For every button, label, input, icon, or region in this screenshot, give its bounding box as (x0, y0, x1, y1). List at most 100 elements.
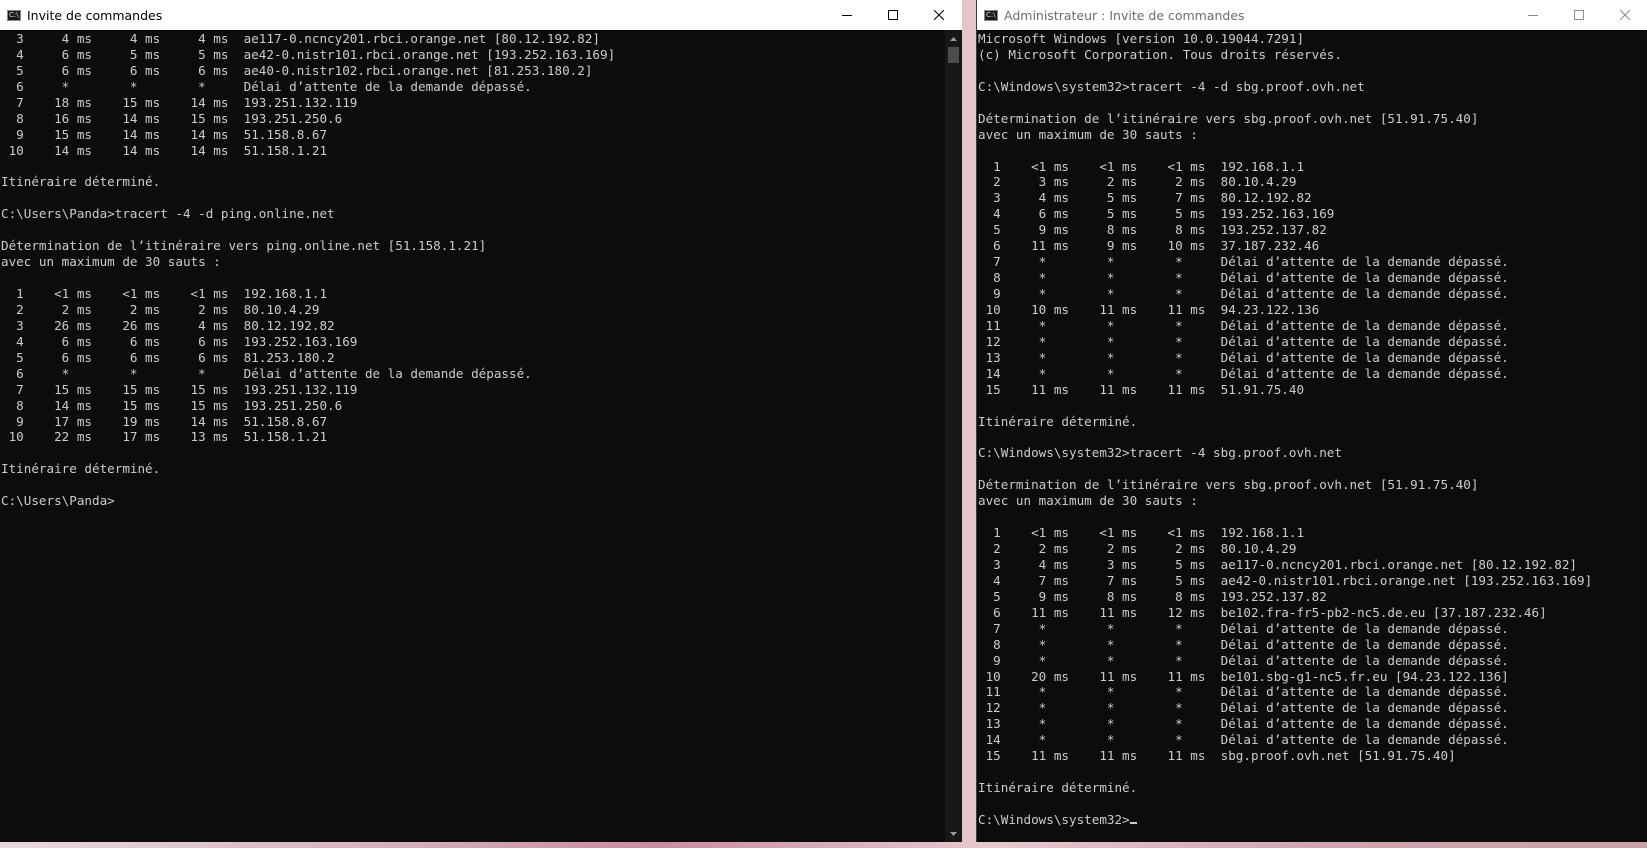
console-line: 15 11 ms 11 ms 11 ms sbg.proof.ovh.net [… (978, 748, 1456, 764)
console-line: 5 9 ms 8 ms 8 ms 193.252.137.82 (978, 222, 1327, 238)
title-bar[interactable]: C:\ Administrateur : Invite de commandes (977, 0, 1647, 30)
window-title: Administrateur : Invite de commandes (1004, 7, 1245, 23)
cmd-app-icon[interactable]: C:\ (7, 9, 21, 21)
console-line: 5 6 ms 6 ms 6 ms ae40-0.nistr102.rbci.or… (1, 62, 593, 78)
console-line: 6 11 ms 11 ms 12 ms be102.fra-fr5-pb2-nc… (978, 604, 1547, 620)
console-line: Détermination de l’itinéraire vers ping.… (1, 238, 487, 254)
console-line: 5 9 ms 8 ms 8 ms 193.252.137.82 (978, 588, 1327, 604)
console-line: Itinéraire déterminé. (978, 780, 1138, 796)
console-line: 8 * * * Délai d’attente de la demande dé… (978, 636, 1509, 652)
console-line: 11 * * * Délai d’attente de la demande d… (978, 684, 1509, 700)
console-line: Itinéraire déterminé. (1, 461, 161, 477)
maximize-icon (888, 10, 898, 20)
chevron-up-icon (950, 36, 957, 41)
console-line: 6 * * * Délai d’attente de la demande dé… (1, 365, 532, 381)
console-line: (c) Microsoft Corporation. Tous droits r… (978, 46, 1342, 62)
console-line: 9 * * * Délai d’attente de la demande dé… (978, 286, 1509, 301)
minimize-button[interactable] (824, 0, 870, 30)
maximize-button[interactable] (1556, 0, 1602, 30)
cmd-window-left[interactable]: C:\ Invite de commandes 3 4 ms 4 ms 4 ms… (0, 0, 962, 842)
console-line: Détermination de l’itinéraire vers sbg.p… (978, 110, 1479, 126)
console-line: Détermination de l’itinéraire vers sbg.p… (978, 477, 1479, 493)
console-line: avec un maximum de 30 sauts : (1, 254, 221, 270)
console-line: 8 16 ms 14 ms 15 ms 193.251.250.6 (1, 110, 343, 126)
console-line: 14 * * * Délai d’attente de la demande d… (978, 732, 1509, 748)
console-line: 13 * * * Délai d’attente de la demande d… (978, 716, 1509, 732)
console-line: 1 <1 ms <1 ms <1 ms 192.168.1.1 (978, 525, 1305, 541)
console-line: 12 * * * Délai d’attente de la demande d… (978, 700, 1509, 716)
console-line: 14 * * * Délai d’attente de la demande d… (978, 365, 1509, 381)
console-line: 10 22 ms 17 ms 13 ms 51.158.1.21 (1, 429, 328, 445)
console-line: 15 11 ms 11 ms 11 ms 51.91.75.40 (978, 381, 1305, 397)
prompt-text: C:\Windows\system32> (978, 811, 1130, 827)
console-output[interactable]: 3 4 ms 4 ms 4 ms ae117-0.ncncy201.rbci.o… (1, 31, 944, 842)
scroll-up-arrow[interactable] (945, 30, 962, 47)
maximize-icon (1574, 10, 1584, 20)
console-line: 10 14 ms 14 ms 14 ms 51.158.1.21 (1, 142, 328, 158)
minimize-button[interactable] (1510, 0, 1556, 30)
chevron-down-icon (950, 831, 957, 836)
console-line: 12 * * * Délai d’attente de la demande d… (978, 333, 1509, 349)
console-line: 8 * * * Délai d’attente de la demande dé… (978, 270, 1509, 286)
console-line: 7 * * * Délai d’attente de la demande dé… (978, 254, 1509, 270)
close-icon (1620, 10, 1630, 20)
console-line: C:\Users\Panda>tracert -4 -d ping.online… (1, 206, 335, 222)
console-line: 8 14 ms 15 ms 15 ms 193.251.250.6 (1, 397, 343, 413)
command-prompt[interactable]: C:\Windows\system32> (978, 812, 1647, 828)
console-line: Itinéraire déterminé. (1, 174, 161, 190)
console-line: 1 <1 ms <1 ms <1 ms 192.168.1.1 (1, 286, 328, 301)
close-icon (934, 10, 944, 20)
console-line: 3 26 ms 26 ms 4 ms 80.12.192.82 (1, 317, 335, 333)
console-line: Microsoft Windows [version 10.0.19044.72… (978, 31, 1305, 46)
close-button[interactable] (1602, 0, 1647, 30)
console-line: 7 15 ms 15 ms 15 ms 193.251.132.119 (1, 381, 358, 397)
console-output[interactable]: Microsoft Windows [version 10.0.19044.72… (978, 31, 1647, 842)
console-line: 9 15 ms 14 ms 14 ms 51.158.8.67 (1, 126, 328, 142)
console-line: 2 2 ms 2 ms 2 ms 80.10.4.29 (1, 301, 320, 317)
console-line: C:\Windows\system32>tracert -4 -d sbg.pr… (978, 78, 1365, 94)
minimize-icon (1528, 15, 1538, 16)
console-line: 10 20 ms 11 ms 11 ms be101.sbg-g1-nc5.fr… (978, 668, 1509, 684)
console-line: 4 6 ms 5 ms 5 ms 193.252.163.169 (978, 206, 1335, 222)
console-line: 5 6 ms 6 ms 6 ms 81.253.180.2 (1, 349, 335, 365)
vertical-scrollbar[interactable] (945, 30, 962, 842)
console-line: C:\Windows\system32>tracert -4 sbg.proof… (978, 445, 1342, 461)
console-line: 11 * * * Délai d’attente de la demande d… (978, 317, 1509, 333)
console-line: 6 * * * Délai d’attente de la demande dé… (1, 78, 532, 94)
console-line: 6 11 ms 9 ms 10 ms 37.187.232.46 (978, 238, 1320, 254)
window-title: Invite de commandes (27, 7, 163, 23)
console-line: avec un maximum de 30 sauts : (978, 126, 1198, 142)
maximize-button[interactable] (870, 0, 916, 30)
console-line: 9 * * * Délai d’attente de la demande dé… (978, 652, 1509, 668)
console-line: 7 18 ms 15 ms 14 ms 193.251.132.119 (1, 94, 358, 110)
scroll-thumb[interactable] (948, 47, 959, 63)
console-line: avec un maximum de 30 sauts : (978, 493, 1198, 509)
title-bar[interactable]: C:\ Invite de commandes (0, 0, 962, 30)
cmd-window-admin[interactable]: C:\ Administrateur : Invite de commandes… (976, 0, 1647, 842)
console-line: 13 * * * Délai d’attente de la demande d… (978, 349, 1509, 365)
cmd-app-icon[interactable]: C:\ (984, 9, 998, 21)
scroll-down-arrow[interactable] (945, 825, 962, 842)
console-line: 3 4 ms 5 ms 7 ms 80.12.192.82 (978, 190, 1312, 206)
console-line: Itinéraire déterminé. (978, 413, 1138, 429)
console-line: 4 7 ms 7 ms 5 ms ae42-0.nistr101.rbci.or… (978, 572, 1593, 588)
console-line: 2 3 ms 2 ms 2 ms 80.10.4.29 (978, 174, 1297, 190)
close-button[interactable] (916, 0, 962, 30)
text-cursor (1129, 821, 1137, 824)
console-line: C:\Users\Panda> (1, 493, 115, 509)
console-line: 2 2 ms 2 ms 2 ms 80.10.4.29 (978, 541, 1297, 556)
